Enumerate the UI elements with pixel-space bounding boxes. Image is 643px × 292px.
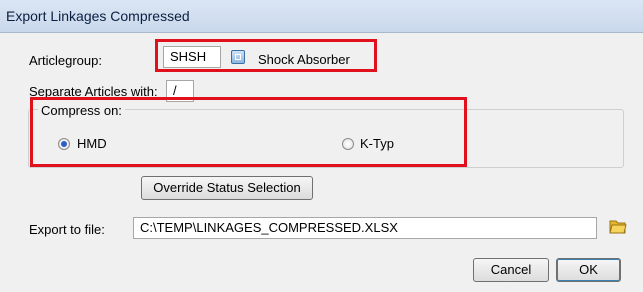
articlegroup-code-input[interactable]: SHSH	[163, 46, 221, 68]
articlegroup-label: Articlegroup:	[29, 53, 102, 68]
lookup-icon[interactable]	[231, 50, 245, 64]
ok-button[interactable]: OK	[556, 258, 621, 282]
export-label: Export to file:	[29, 222, 105, 237]
hmd-radio[interactable]	[58, 138, 70, 150]
window-title: Export Linkages Compressed	[6, 8, 190, 24]
override-status-button[interactable]: Override Status Selection	[141, 176, 313, 200]
articlegroup-name: Shock Absorber	[258, 52, 350, 67]
compress-highlight	[30, 97, 467, 167]
title-bar: Export Linkages Compressed	[0, 0, 643, 33]
cancel-button[interactable]: Cancel	[473, 258, 549, 282]
ktyp-radio-label[interactable]: K-Typ	[360, 136, 394, 151]
folder-open-icon[interactable]	[608, 217, 628, 235]
hmd-radio-label[interactable]: HMD	[77, 136, 107, 151]
export-path-input[interactable]: C:\TEMP\LINKAGES_COMPRESSED.XLSX	[133, 217, 597, 239]
ktyp-radio[interactable]	[342, 138, 354, 150]
